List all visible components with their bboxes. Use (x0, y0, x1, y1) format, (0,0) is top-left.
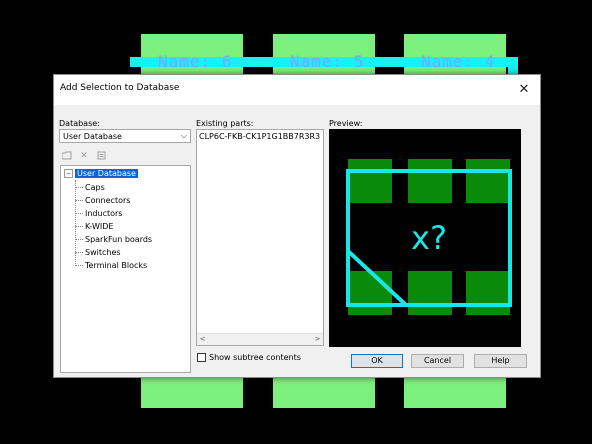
scroll-right-icon[interactable]: > (312, 334, 323, 345)
dialog-title: Add Selection to Database (60, 83, 180, 93)
show-subtree-checkbox[interactable] (197, 353, 206, 362)
new-folder-icon[interactable] (61, 151, 72, 161)
preview-pad-3 (466, 159, 510, 203)
cancel-button[interactable]: Cancel (411, 354, 464, 368)
database-label: Database: (59, 119, 100, 128)
preview-label: Preview: (329, 119, 363, 128)
existing-parts-list[interactable]: CLP6C-FKB-CK1P1G1BB7R3R3 < > (196, 129, 324, 346)
tree-item-connectors[interactable]: Connectors (75, 195, 130, 207)
ok-button[interactable]: OK (351, 354, 403, 368)
database-select-value: User Database (63, 132, 122, 141)
preview-pad-2 (408, 159, 452, 203)
tree-item-caps[interactable]: Caps (75, 182, 105, 194)
properties-icon[interactable] (96, 151, 106, 161)
preview-pad-1 (348, 159, 392, 203)
database-select[interactable]: User Database ⌵ (59, 129, 191, 143)
tree-item-inductors[interactable]: Inductors (75, 208, 122, 220)
chevron-down-icon[interactable]: ⌵ (181, 131, 187, 141)
preview-footprint: x? (346, 159, 512, 315)
close-icon[interactable]: ✕ (514, 80, 534, 100)
pad-label-6: Name: 6 (158, 52, 233, 71)
preview-pad-4 (348, 271, 392, 315)
show-subtree-label: Show subtree contents (209, 353, 301, 362)
tree-item-sparkfun-boards[interactable]: SparkFun boards (75, 234, 152, 246)
pad-bottom-2 (273, 378, 375, 408)
preview-pad-6 (466, 271, 510, 315)
horizontal-scrollbar[interactable]: < > (197, 333, 323, 345)
tree-root-label: User Database (75, 169, 138, 178)
list-item[interactable]: CLP6C-FKB-CK1P1G1BB7R3R3 (199, 132, 320, 141)
pad-bottom-3 (404, 378, 506, 408)
pad-label-4: Name: 4 (421, 52, 496, 71)
delete-icon[interactable]: ✕ (79, 151, 89, 161)
database-tree[interactable]: − User Database Caps Connectors Inductors… (60, 165, 191, 373)
tree-root[interactable]: − User Database (64, 169, 138, 178)
pad-bottom-1 (141, 378, 243, 408)
dialog-titlebar[interactable]: Add Selection to Database ✕ (54, 75, 540, 105)
help-button[interactable]: Help (474, 354, 527, 368)
tree-item-k-wide[interactable]: K-WIDE (75, 221, 113, 233)
preview-pane: x? (329, 129, 521, 347)
preview-pad-5 (408, 271, 452, 315)
preview-marker: x? (411, 219, 447, 257)
tree-item-terminal-blocks[interactable]: Terminal Blocks (75, 260, 147, 272)
add-selection-dialog: Add Selection to Database ✕ Database: Us… (53, 74, 541, 378)
pad-label-5: Name: 5 (290, 52, 365, 71)
scroll-left-icon[interactable]: < (197, 334, 208, 345)
collapse-icon[interactable]: − (64, 169, 73, 178)
existing-parts-label: Existing parts: (196, 119, 254, 128)
tree-item-switches[interactable]: Switches (75, 247, 121, 259)
